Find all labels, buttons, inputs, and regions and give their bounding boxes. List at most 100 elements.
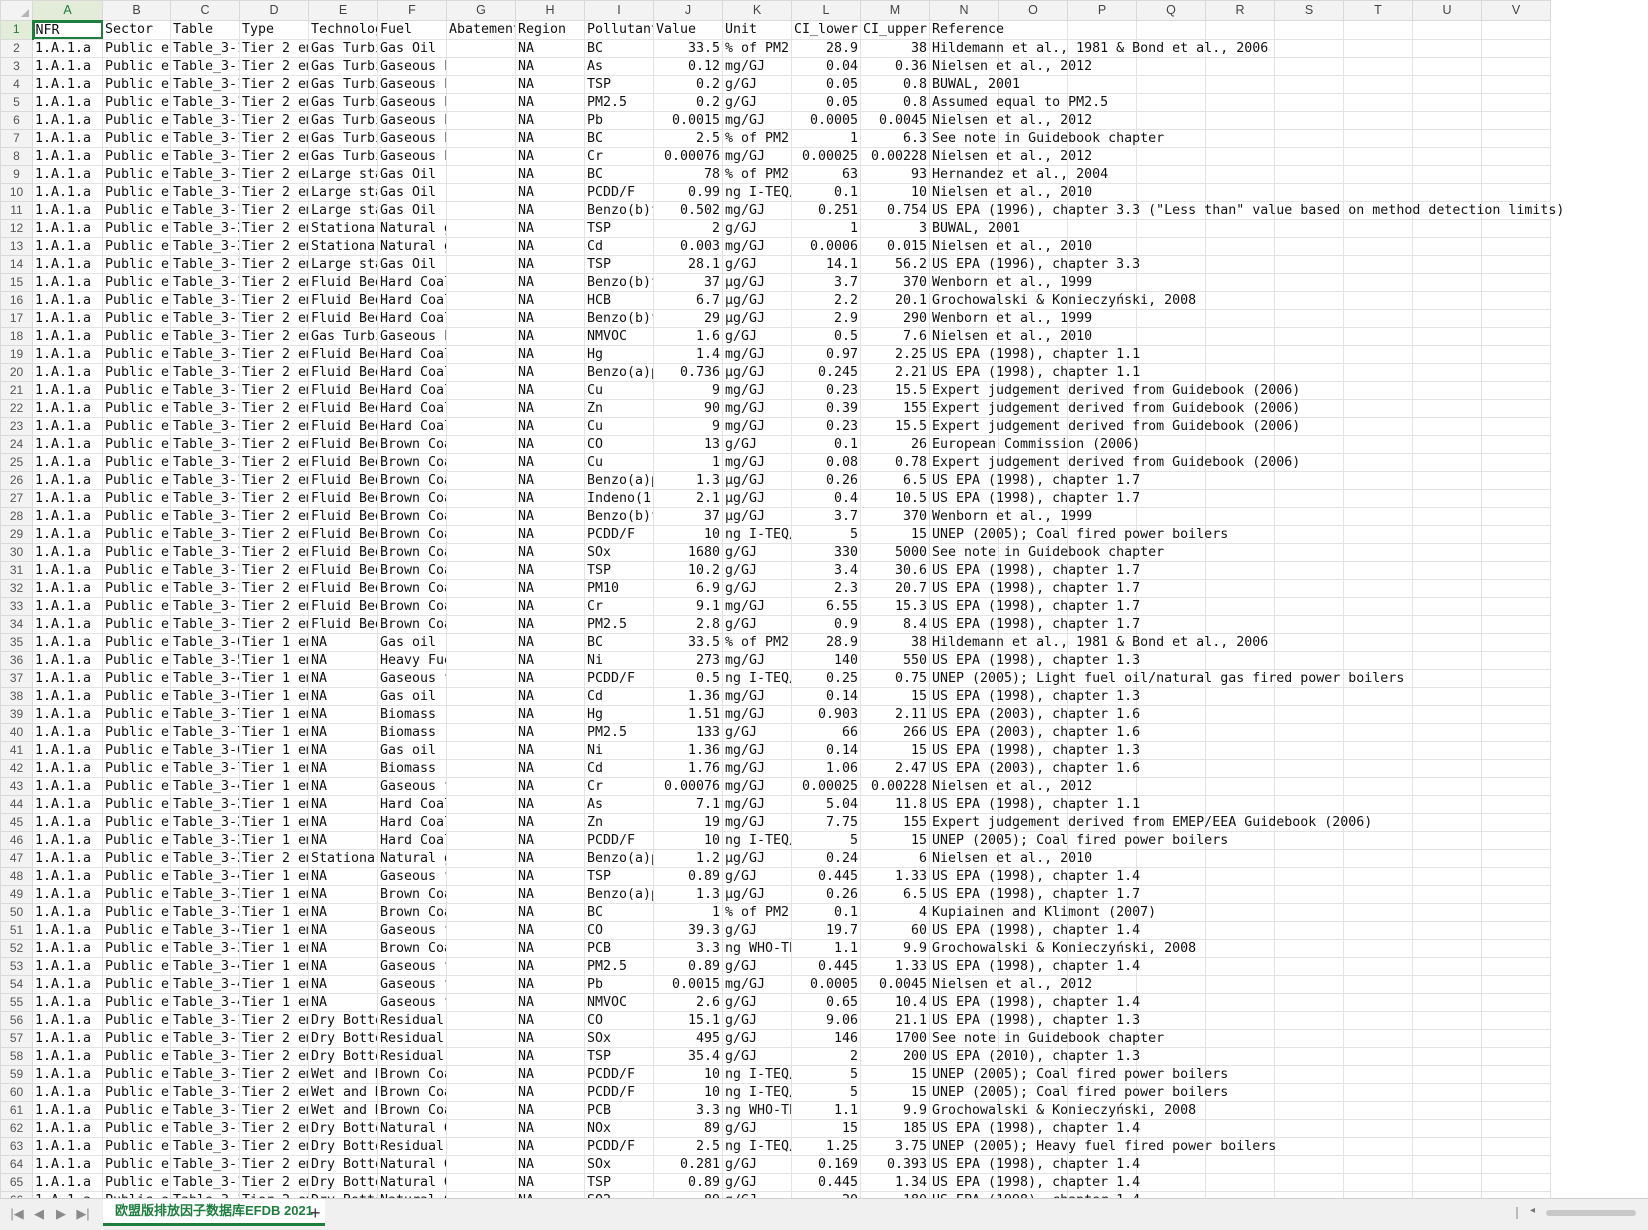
cell-nfr[interactable]: 1.A.1.a — [32, 236, 103, 256]
cell-nfr[interactable]: 1.A.1.a — [32, 830, 103, 850]
cell-abatement[interactable] — [446, 758, 516, 778]
cell-col-s[interactable] — [1274, 1154, 1344, 1174]
cell-sector[interactable]: Public electricity and heat production — [102, 344, 171, 364]
cell-col-q[interactable] — [1136, 794, 1206, 814]
cell-col-r[interactable] — [1205, 128, 1275, 148]
cell-col-u[interactable] — [1412, 632, 1482, 652]
cell-reference[interactable]: Nielsen et al., 2012 — [929, 110, 1092, 130]
cell-nfr[interactable]: 1.A.1.a — [32, 938, 103, 958]
cell-nfr[interactable]: 1.A.1.a — [32, 812, 103, 832]
cell-reference[interactable]: US EPA (2003), chapter 1.6 — [929, 704, 1140, 724]
cell-unit[interactable]: ng I-TEQ/GJ — [722, 1136, 792, 1156]
cell-fuel[interactable]: Hard Coal — [377, 272, 447, 292]
cell-ci-upper[interactable]: 200 — [860, 1046, 930, 1066]
cell-col-r[interactable] — [1205, 848, 1275, 868]
cell-ci-upper[interactable]: 9.9 — [860, 938, 930, 958]
cell-sector[interactable]: Public electricity and heat production — [102, 1190, 171, 1198]
cell-col-t[interactable] — [1343, 326, 1413, 346]
cell-unit[interactable]: mg/GJ — [722, 596, 792, 616]
cell-table[interactable]: Table_3-1 — [170, 506, 240, 526]
cell-unit[interactable]: g/GJ — [722, 1010, 792, 1030]
cell-ci-upper[interactable]: CI_upper — [860, 20, 930, 40]
row-header[interactable]: 52 — [0, 938, 33, 958]
cell-type[interactable]: Tier 1 emission factors — [239, 902, 309, 922]
cell-col-u[interactable] — [1412, 74, 1482, 94]
row-header[interactable]: 32 — [0, 578, 33, 598]
cell-region[interactable]: NA — [515, 794, 585, 814]
cell-fuel[interactable]: Brown Coal/Lignite — [377, 1064, 447, 1084]
cell-col-u[interactable] — [1412, 1154, 1482, 1174]
cell-unit[interactable]: mg/GJ — [722, 776, 792, 796]
cell-technology[interactable]: Fluid Bed Boiler — [308, 434, 378, 454]
column-header-e[interactable]: E — [308, 0, 378, 21]
cell-col-t[interactable] — [1343, 488, 1413, 508]
cell-col-t[interactable] — [1343, 56, 1413, 76]
cell-technology[interactable]: Fluid Bed Boiler — [308, 578, 378, 598]
cell-pollutant[interactable]: BC — [584, 38, 654, 58]
cell-nfr[interactable]: 1.A.1.a — [32, 128, 103, 148]
cell-abatement[interactable] — [446, 794, 516, 814]
cell-col-q[interactable] — [1136, 272, 1206, 292]
cell-pollutant[interactable]: PCDD/F — [584, 524, 654, 544]
cell-reference[interactable]: US EPA (1998), chapter 1.7 — [929, 596, 1140, 616]
cell-col-q[interactable] — [1136, 1172, 1206, 1192]
cell-col-u[interactable] — [1412, 902, 1482, 922]
cell-sector[interactable]: Public electricity and heat production — [102, 650, 171, 670]
cell-col-s[interactable] — [1274, 794, 1344, 814]
cell-col-s[interactable] — [1274, 758, 1344, 778]
cell-reference[interactable]: US EPA (1998), chapter 1.4 — [929, 866, 1140, 886]
cell-technology[interactable]: NA — [308, 650, 378, 670]
cell-col-q[interactable] — [1136, 92, 1206, 112]
cell-col-t[interactable] — [1343, 1118, 1413, 1138]
cell-reference[interactable]: US EPA (1998), chapter 1.1 — [929, 344, 1140, 364]
cell-sector[interactable]: Public electricity and heat production — [102, 38, 171, 58]
cell-table[interactable]: Table_3-15 — [170, 164, 240, 184]
cell-col-s[interactable] — [1274, 848, 1344, 868]
cell-ci-lower[interactable]: 28.9 — [791, 38, 861, 58]
cell-value[interactable]: 0.736 — [653, 362, 723, 382]
row-header[interactable]: 37 — [0, 668, 33, 688]
cell-value[interactable]: 9.1 — [653, 596, 723, 616]
cell-reference[interactable]: UNEP (2005); Light fuel oil/natural gas … — [929, 668, 1404, 688]
cell-technology[interactable]: NA — [308, 974, 378, 994]
cell-col-v[interactable] — [1481, 110, 1551, 130]
cell-sector[interactable]: Public electricity and heat production — [102, 902, 171, 922]
row-header[interactable]: 41 — [0, 740, 33, 760]
cell-nfr[interactable]: 1.A.1.a — [32, 902, 103, 922]
cell-nfr[interactable]: 1.A.1.a — [32, 542, 103, 562]
cell-col-u[interactable] — [1412, 164, 1482, 184]
cell-col-s[interactable] — [1274, 740, 1344, 760]
cell-reference[interactable]: Wenborn et al., 1999 — [929, 506, 1092, 526]
cell-pollutant[interactable]: PCDD/F — [584, 668, 654, 688]
cell-col-t[interactable] — [1343, 1082, 1413, 1102]
cell-pollutant[interactable]: Pb — [584, 974, 654, 994]
cell-unit[interactable]: ng I-TEQ/GJ — [722, 668, 792, 688]
cell-col-s[interactable] — [1274, 722, 1344, 742]
cell-technology[interactable]: Wet and Dry Bottom Boilers — [308, 1100, 378, 1120]
row-header[interactable]: 4 — [0, 74, 33, 94]
cell-nfr[interactable]: 1.A.1.a — [32, 218, 103, 238]
cell-table[interactable]: Table_3-13 — [170, 1028, 240, 1048]
cell-fuel[interactable]: Brown Coal — [377, 560, 447, 580]
cell-reference[interactable]: Nielsen et al., 2012 — [929, 56, 1092, 76]
cell-reference[interactable]: US EPA (1998), chapter 1.3 — [929, 650, 1140, 670]
cell-col-r[interactable] — [1205, 704, 1275, 724]
cell-sector[interactable]: Public electricity and heat production — [102, 488, 171, 508]
cell-value[interactable]: 133 — [653, 722, 723, 742]
cell-reference[interactable]: Expert judgement derived from EMEP/EEA G… — [929, 812, 1372, 832]
cell-col-v[interactable] — [1481, 398, 1551, 418]
cell-col-u[interactable] — [1412, 506, 1482, 526]
cell-col-q[interactable] — [1136, 344, 1206, 364]
row-header[interactable]: 1 — [0, 20, 34, 40]
cell-pollutant[interactable]: Cd — [584, 686, 654, 706]
cell-fuel[interactable]: Brown Coal — [377, 524, 447, 544]
cell-type[interactable]: Tier 2 emission factors — [239, 182, 309, 202]
cell-value[interactable]: 1.36 — [653, 740, 723, 760]
cell-region[interactable]: NA — [515, 272, 585, 292]
cell-unit[interactable]: g/GJ — [722, 542, 792, 562]
cell-col-t[interactable] — [1343, 218, 1413, 238]
cell-ci-upper[interactable]: 21.1 — [860, 1010, 930, 1030]
cell-pollutant[interactable]: BC — [584, 632, 654, 652]
cell-type[interactable]: Tier 2 emission factors — [239, 200, 309, 220]
cell-reference[interactable]: US EPA (1998), chapter 1.4 — [929, 1118, 1140, 1138]
